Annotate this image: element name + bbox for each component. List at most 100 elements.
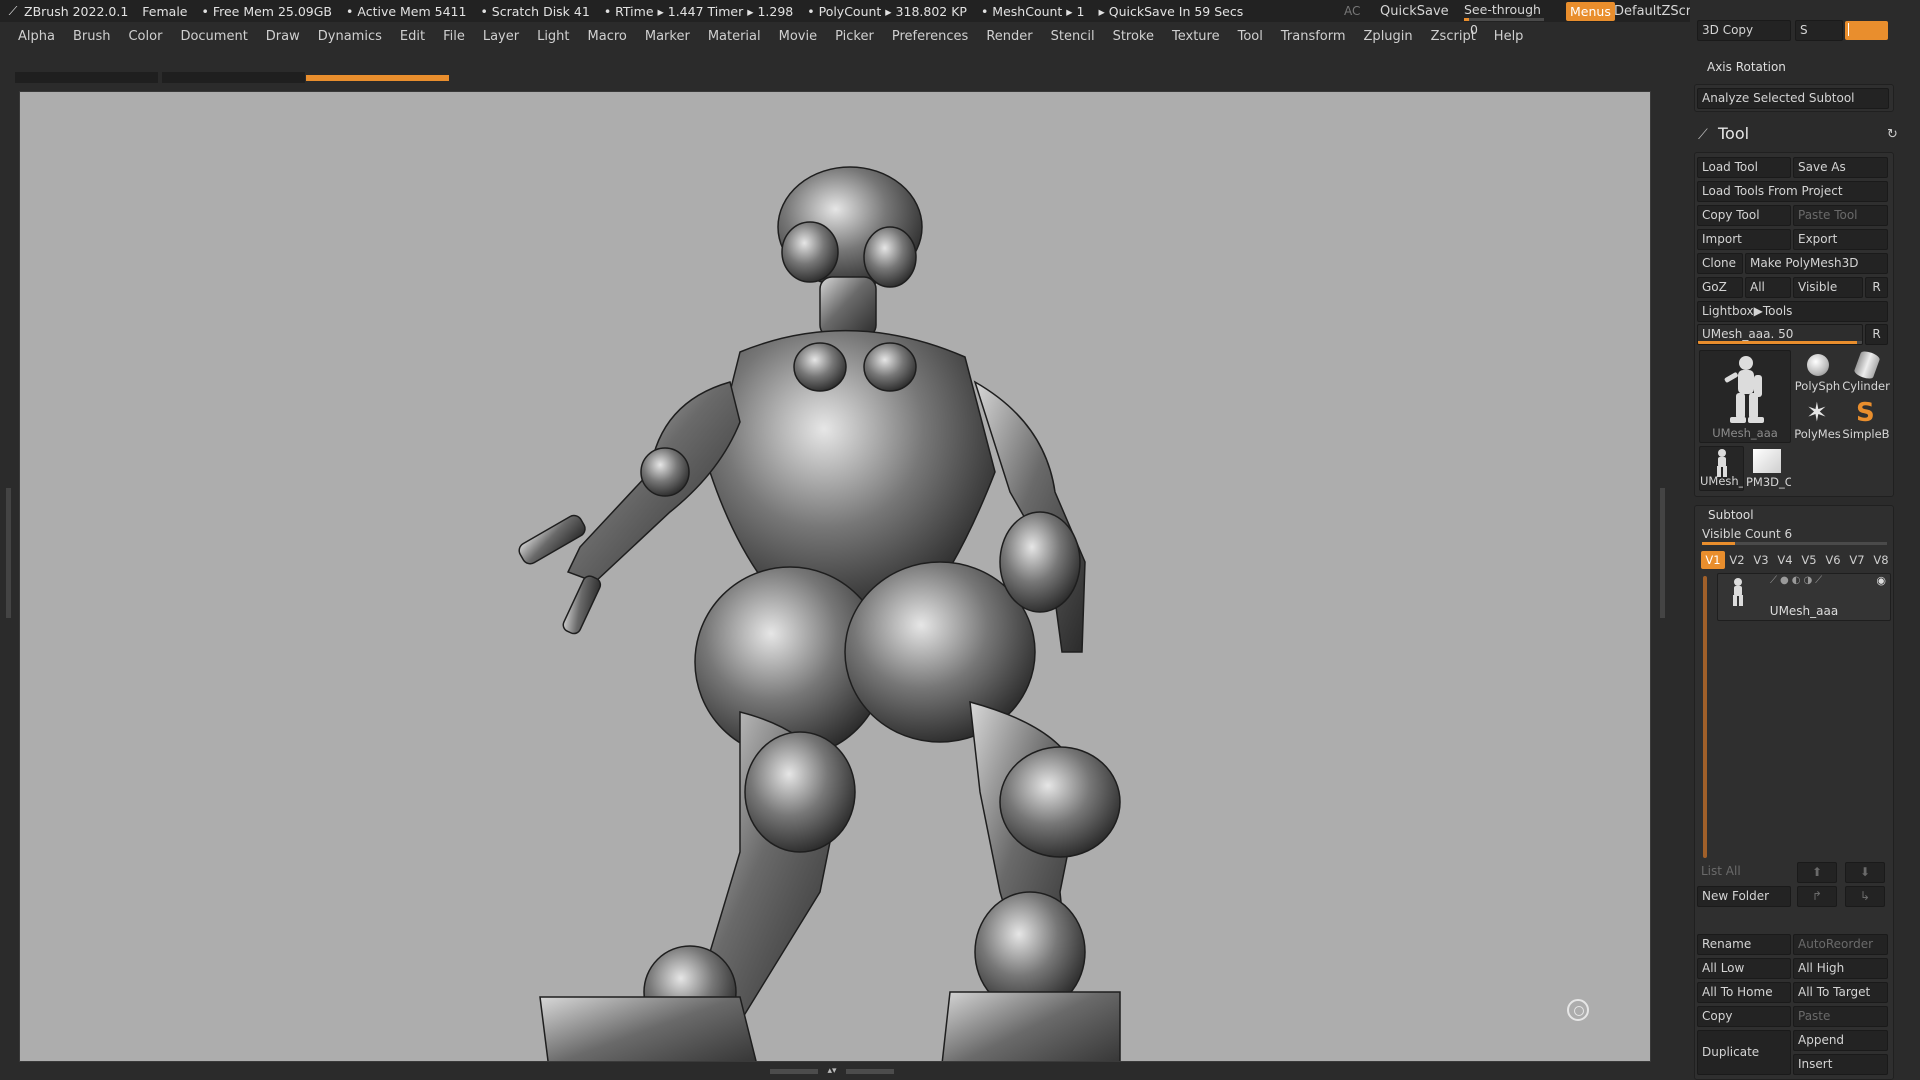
doc-tab-active[interactable]	[306, 75, 449, 81]
rename-button[interactable]: Rename	[1697, 934, 1791, 955]
menu-render[interactable]: Render	[986, 29, 1032, 44]
3d-copy-indicator[interactable]	[1845, 21, 1888, 40]
eye-icon[interactable]: ◉	[1876, 574, 1886, 587]
goz-button[interactable]: GoZ	[1697, 277, 1743, 298]
load-tools-from-project-button[interactable]: Load Tools From Project	[1697, 181, 1888, 202]
visible-count-slider[interactable]: Visible Count 6	[1697, 525, 1887, 545]
menu-file[interactable]: File	[443, 29, 465, 44]
menu-edit[interactable]: Edit	[400, 29, 425, 44]
menu-layer[interactable]: Layer	[483, 29, 519, 44]
axis-rotation-label[interactable]: Axis Rotation	[1707, 60, 1786, 74]
zbrush-logo-icon: ⟋	[8, 3, 18, 18]
tool-thumb-pm3d[interactable]: PM3D_C	[1746, 446, 1791, 491]
load-tool-button[interactable]: Load Tool	[1697, 157, 1791, 178]
make-polymesh3d-button[interactable]: Make PolyMesh3D	[1745, 253, 1888, 274]
menu-marker[interactable]: Marker	[645, 29, 690, 44]
menu-help[interactable]: Help	[1494, 29, 1524, 44]
plane-icon	[1753, 449, 1781, 473]
current-tool-slider[interactable]: UMesh_aaa. 50	[1697, 324, 1863, 345]
list-all-button[interactable]: List All	[1697, 862, 1791, 883]
menu-texture[interactable]: Texture	[1172, 29, 1220, 44]
menu-macro[interactable]: Macro	[588, 29, 627, 44]
new-folder-button[interactable]: New Folder	[1697, 886, 1791, 907]
autoreorder-button[interactable]: AutoReorder	[1793, 934, 1888, 955]
export-button[interactable]: Export	[1793, 229, 1888, 250]
tool-r-button[interactable]: R	[1865, 324, 1888, 345]
menu-transform[interactable]: Transform	[1281, 29, 1346, 44]
menu-material[interactable]: Material	[708, 29, 761, 44]
menu-draw[interactable]: Draw	[266, 29, 300, 44]
3d-copy-key-field[interactable]: S	[1795, 20, 1843, 41]
vtab-4[interactable]: V4	[1773, 551, 1797, 569]
copy-button[interactable]: Copy	[1697, 1006, 1791, 1027]
tool-thumb-polysphere[interactable]: PolySph	[1794, 350, 1841, 395]
3d-copy-button[interactable]: 3D Copy	[1697, 20, 1791, 41]
tool-thumb-polymesh[interactable]: ✶ PolyMes	[1794, 398, 1841, 443]
paste-button[interactable]: Paste	[1793, 1006, 1888, 1027]
insert-button[interactable]: Insert	[1793, 1054, 1888, 1075]
vtab-1[interactable]: V1	[1701, 551, 1725, 569]
folder-action-button[interactable]: ↱	[1797, 886, 1837, 907]
ac-indicator[interactable]: AC	[1344, 0, 1360, 22]
menu-alpha[interactable]: Alpha	[18, 29, 55, 44]
doc-tab-2[interactable]	[162, 72, 305, 83]
menu-preferences[interactable]: Preferences	[892, 29, 968, 44]
import-button[interactable]: Import	[1697, 229, 1791, 250]
menu-brush[interactable]: Brush	[73, 29, 111, 44]
goz-r-button[interactable]: R	[1865, 277, 1888, 298]
lightbox-tools-button[interactable]: Lightbox▶Tools	[1697, 301, 1888, 322]
duplicate-button[interactable]: Duplicate	[1697, 1030, 1791, 1075]
tool-thumb-umesh-main[interactable]: UMesh_aaa	[1699, 350, 1791, 443]
move-down-button[interactable]: ⬇	[1845, 862, 1885, 883]
doc-tab-1[interactable]	[15, 72, 158, 83]
move-up-button[interactable]: ⬆	[1797, 862, 1837, 883]
menu-document[interactable]: Document	[180, 29, 247, 44]
tool-palette-title[interactable]: ⟋ Tool	[1698, 124, 1749, 143]
all-high-button[interactable]: All High	[1793, 958, 1888, 979]
menu-zscript[interactable]: Zscript	[1431, 29, 1476, 44]
see-through-slider[interactable]: See-through 0	[1458, 0, 1550, 37]
tool-thumb-umesh-small[interactable]: UMesh_	[1699, 446, 1744, 491]
analyze-selected-subtool-button[interactable]: Analyze Selected Subtool	[1697, 88, 1889, 109]
goz-visible-button[interactable]: Visible	[1793, 277, 1863, 298]
subtool-row-umesh[interactable]: ⟋●◐◑⟋ ◉ UMesh_aaa	[1717, 573, 1891, 621]
vtab-8[interactable]: V8	[1869, 551, 1893, 569]
folder-move-button[interactable]: ↳	[1845, 886, 1885, 907]
subtool-header[interactable]: Subtool	[1708, 508, 1754, 522]
paste-tool-button[interactable]: Paste Tool	[1793, 205, 1888, 226]
subtool-list-scrollbar[interactable]	[1703, 576, 1707, 858]
menu-light[interactable]: Light	[537, 29, 569, 44]
append-button[interactable]: Append	[1793, 1030, 1888, 1051]
tool-thumb-simplebrush[interactable]: S SimpleB	[1842, 398, 1890, 443]
vtab-2[interactable]: V2	[1725, 551, 1749, 569]
refresh-icon[interactable]: ↻	[1887, 127, 1898, 142]
menu-zplugin[interactable]: Zplugin	[1364, 29, 1413, 44]
left-tray-handle[interactable]	[6, 488, 11, 618]
vtab-5[interactable]: V5	[1797, 551, 1821, 569]
subtool-row-toggles[interactable]: ⟋●◐◑⟋	[1770, 575, 1825, 586]
menus-toggle[interactable]: Menus	[1566, 0, 1615, 22]
quicksave-button[interactable]: QuickSave	[1380, 0, 1449, 22]
bottom-tray-handle[interactable]: ▴▾	[770, 1067, 900, 1077]
menu-color[interactable]: Color	[128, 29, 162, 44]
all-to-home-button[interactable]: All To Home	[1697, 982, 1791, 1003]
tool-thumb-cylinder[interactable]: Cylinder	[1842, 350, 1890, 395]
right-tray-handle[interactable]	[1660, 488, 1665, 618]
goz-all-button[interactable]: All	[1745, 277, 1791, 298]
navigation-ring-icon[interactable]	[1567, 999, 1589, 1021]
menu-tool[interactable]: Tool	[1238, 29, 1263, 44]
vtab-7[interactable]: V7	[1845, 551, 1869, 569]
canvas-viewport[interactable]	[19, 91, 1651, 1062]
menu-picker[interactable]: Picker	[835, 29, 874, 44]
menu-stencil[interactable]: Stencil	[1051, 29, 1095, 44]
copy-tool-button[interactable]: Copy Tool	[1697, 205, 1791, 226]
clone-button[interactable]: Clone	[1697, 253, 1743, 274]
menu-movie[interactable]: Movie	[779, 29, 817, 44]
menu-stroke[interactable]: Stroke	[1113, 29, 1154, 44]
all-to-target-button[interactable]: All To Target	[1793, 982, 1888, 1003]
vtab-6[interactable]: V6	[1821, 551, 1845, 569]
menu-dynamics[interactable]: Dynamics	[318, 29, 382, 44]
all-low-button[interactable]: All Low	[1697, 958, 1791, 979]
save-as-button[interactable]: Save As	[1793, 157, 1888, 178]
vtab-3[interactable]: V3	[1749, 551, 1773, 569]
